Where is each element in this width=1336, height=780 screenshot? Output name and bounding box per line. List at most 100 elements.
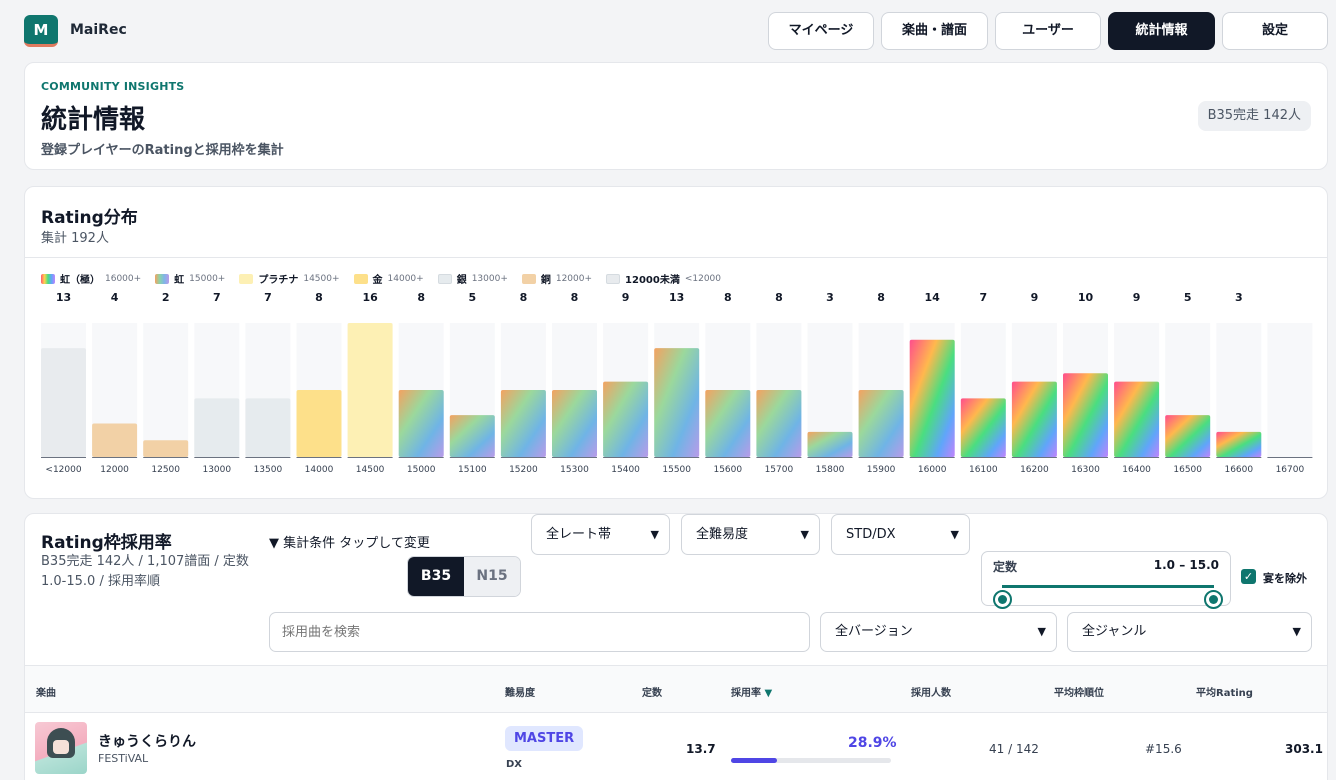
avg-rating-value: 303.1 bbox=[1285, 742, 1323, 756]
chart-type-select[interactable]: STD/DX ▼ bbox=[831, 514, 970, 555]
bar-15000[interactable] bbox=[398, 390, 444, 457]
adopters-value: 41 / 142 bbox=[989, 742, 1039, 756]
col-song[interactable]: 楽曲 bbox=[36, 684, 56, 699]
bar-value-label: 9 bbox=[1133, 291, 1141, 304]
category-tick-label: <12000 bbox=[45, 465, 81, 475]
chart-type-label: DX bbox=[506, 759, 523, 770]
bar-value-label: 16 bbox=[362, 291, 378, 304]
bar-15700[interactable] bbox=[756, 390, 802, 457]
legend-threshold: 12000+ bbox=[555, 273, 593, 284]
version-value: 全バージョン bbox=[835, 624, 913, 639]
bar-baseline bbox=[143, 457, 189, 458]
bar-16400[interactable] bbox=[1114, 381, 1160, 457]
bar-value-label: 2 bbox=[162, 291, 170, 304]
adoption-card: Rating枠採用率 B35完走 142人 / 1,107譜面 / 定数 1.0… bbox=[24, 513, 1328, 780]
col-adopters[interactable]: 採用人数 bbox=[911, 684, 951, 699]
genre-value: 全ジャンル bbox=[1082, 624, 1147, 639]
bar-16600[interactable] bbox=[1216, 431, 1262, 457]
exclude-utage-label: 宴を除外 bbox=[1263, 572, 1307, 585]
bar-16200[interactable] bbox=[1011, 381, 1057, 457]
category-tick-label: 16500 bbox=[1173, 465, 1202, 475]
bar-baseline bbox=[1216, 457, 1262, 458]
version-select[interactable]: 全バージョン ▼ bbox=[820, 612, 1057, 652]
avg-rank-value: #15.6 bbox=[1145, 742, 1182, 756]
conditions-toggle[interactable]: ▼ 集計条件 タップして変更 bbox=[269, 532, 430, 551]
bar-15200[interactable] bbox=[500, 390, 546, 457]
mode-segmented-control: B35 N15 bbox=[407, 556, 521, 597]
bar-15100[interactable] bbox=[449, 415, 495, 457]
bar-14500[interactable] bbox=[347, 323, 393, 457]
bar-15300[interactable] bbox=[552, 390, 597, 457]
bar-15400[interactable] bbox=[603, 381, 649, 457]
category-tick-label: 12500 bbox=[151, 465, 180, 475]
bar-15800[interactable] bbox=[807, 431, 853, 457]
adoption-title: Rating枠採用率 bbox=[41, 533, 172, 553]
legend-threshold: <12000 bbox=[684, 273, 721, 284]
nav-mypage[interactable]: マイページ bbox=[768, 12, 874, 50]
category-tick-label: 15600 bbox=[713, 465, 742, 475]
bar-baseline bbox=[1114, 457, 1160, 458]
app-name[interactable]: MaiRec bbox=[70, 22, 127, 38]
page-title: 統計情報 bbox=[41, 105, 146, 135]
distribution-title: Rating分布 bbox=[41, 208, 138, 228]
category-tick-label: 16000 bbox=[918, 465, 947, 475]
nav-songs[interactable]: 楽曲・譜面 bbox=[881, 12, 988, 50]
mode-n15-button[interactable]: N15 bbox=[464, 557, 520, 596]
col-adoption-rate[interactable]: 採用率 ▼ bbox=[731, 684, 772, 699]
nav-stats[interactable]: 統計情報 bbox=[1108, 12, 1215, 50]
legend-swatch bbox=[239, 273, 254, 284]
bar-13000[interactable] bbox=[194, 398, 240, 457]
category-tick-label: 14500 bbox=[356, 465, 385, 475]
bar-baseline bbox=[909, 457, 955, 458]
slider-min-handle[interactable] bbox=[993, 590, 1012, 609]
constant-range-slider: 定数 1.0 – 15.0 bbox=[981, 551, 1231, 609]
bar-16000[interactable] bbox=[909, 339, 955, 457]
bar-12000[interactable] bbox=[92, 423, 138, 458]
bar-16500[interactable] bbox=[1165, 415, 1211, 457]
bar-track bbox=[1267, 323, 1313, 457]
app-logo[interactable]: M bbox=[24, 15, 58, 47]
bar-16300[interactable] bbox=[1063, 373, 1108, 457]
bar-baseline bbox=[705, 457, 751, 458]
song-search-input[interactable] bbox=[269, 612, 810, 652]
legend-threshold: 16000+ bbox=[105, 273, 142, 284]
bar-16100[interactable] bbox=[960, 398, 1006, 457]
bar-value-label: 13 bbox=[56, 291, 71, 304]
bar-track bbox=[143, 323, 189, 457]
col-difficulty[interactable]: 難易度 bbox=[505, 684, 535, 699]
col-avg-rank[interactable]: 平均枠順位 bbox=[1054, 684, 1104, 699]
bar-15900[interactable] bbox=[858, 390, 904, 457]
bar-13500[interactable] bbox=[245, 398, 291, 457]
bar-value-label: 8 bbox=[775, 291, 783, 304]
bar-value-label: 8 bbox=[520, 291, 528, 304]
bar-12500[interactable] bbox=[143, 440, 189, 457]
rating-band-select[interactable]: 全レート帯 ▼ bbox=[531, 514, 670, 555]
bar-15600[interactable] bbox=[705, 390, 751, 457]
jacket-art bbox=[53, 740, 69, 754]
chevron-down-icon: ▼ bbox=[1292, 625, 1301, 638]
genre-select[interactable]: 全ジャンル ▼ bbox=[1067, 612, 1312, 652]
bar-baseline bbox=[1267, 457, 1313, 458]
difficulty-badge: MASTER bbox=[505, 726, 584, 751]
bar-14000[interactable] bbox=[296, 390, 342, 457]
nav-users[interactable]: ユーザー bbox=[995, 12, 1101, 50]
exclude-utage-checkbox[interactable]: ✓ bbox=[1241, 569, 1256, 584]
legend-swatch bbox=[353, 273, 368, 284]
bar-baseline bbox=[603, 457, 649, 458]
mode-b35-button[interactable]: B35 bbox=[408, 557, 464, 596]
chart-type-value: STD/DX bbox=[846, 527, 896, 542]
bar-<12000[interactable] bbox=[41, 348, 86, 457]
col-constant[interactable]: 定数 bbox=[642, 684, 662, 699]
nav-settings[interactable]: 設定 bbox=[1222, 12, 1328, 50]
table-row[interactable]: きゅうくらりん FESTiVAL MASTER DX 13.7 28.9% 41… bbox=[25, 714, 1327, 780]
col-avg-rating[interactable]: 平均Rating bbox=[1196, 684, 1253, 699]
song-title[interactable]: きゅうくらりん bbox=[98, 731, 196, 751]
difficulty-select[interactable]: 全難易度 ▼ bbox=[681, 514, 820, 555]
bar-15500[interactable] bbox=[654, 348, 700, 457]
rating-band-value: 全レート帯 bbox=[546, 527, 612, 542]
bar-baseline bbox=[858, 457, 904, 458]
category-tick-label: 13000 bbox=[202, 465, 231, 475]
sort-desc-icon: ▼ bbox=[764, 688, 773, 699]
bar-baseline bbox=[449, 457, 495, 458]
slider-max-handle[interactable] bbox=[1204, 590, 1223, 609]
